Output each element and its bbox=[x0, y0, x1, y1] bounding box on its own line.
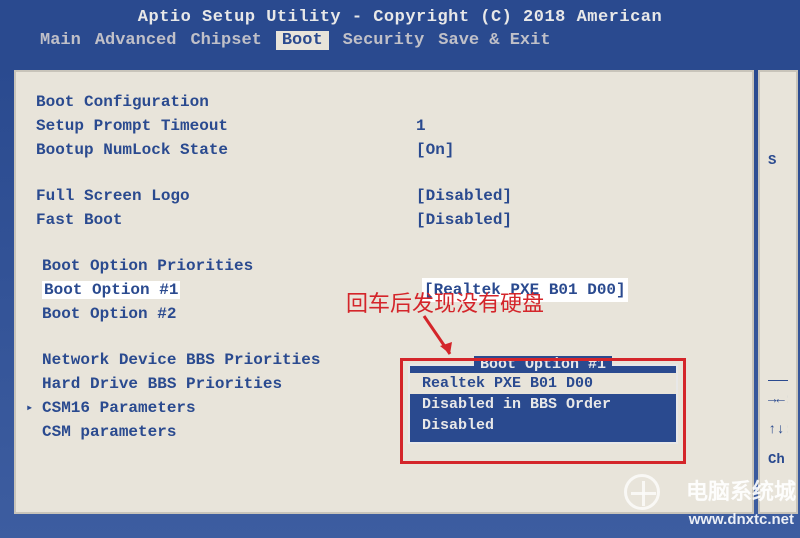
setting-fast-boot[interactable]: Fast Boot [Disabled] bbox=[36, 208, 732, 232]
setting-value: [On] bbox=[416, 138, 454, 162]
tab-security[interactable]: Security bbox=[343, 31, 425, 50]
hint-select: →←: Selec bbox=[768, 385, 788, 415]
section-header: Boot Configuration bbox=[36, 90, 732, 114]
watermark-text: 电脑系统城 bbox=[686, 474, 796, 506]
setting-label: Full Screen Logo bbox=[36, 184, 416, 208]
boot-priorities-header: Boot Option Priorities bbox=[36, 254, 732, 278]
setting-label: Fast Boot bbox=[36, 208, 416, 232]
setting-prompt-timeout[interactable]: Setup Prompt Timeout 1 bbox=[36, 114, 732, 138]
tab-main[interactable]: Main bbox=[40, 31, 81, 50]
popup-title: Boot Option #1 bbox=[410, 356, 676, 373]
hint-select2: ↑↓: Selec bbox=[768, 415, 788, 445]
bios-title: Aptio Setup Utility - Copyright (C) 2018… bbox=[0, 0, 800, 31]
setting-label: Setup Prompt Timeout bbox=[36, 114, 416, 138]
setting-label: Boot Option #1 bbox=[42, 281, 180, 299]
setting-value: [Disabled] bbox=[416, 208, 512, 232]
hint-change: Ch bbox=[768, 445, 788, 475]
setting-fullscreen-logo[interactable]: Full Screen Logo [Disabled] bbox=[36, 184, 732, 208]
watermark-logo-icon bbox=[624, 474, 660, 510]
tab-save-exit[interactable]: Save & Exit bbox=[438, 31, 550, 50]
setting-value: [Disabled] bbox=[416, 184, 512, 208]
popup-item-disabled-bbs[interactable]: Disabled in BBS Order bbox=[410, 394, 676, 415]
popup-item-realtek[interactable]: Realtek PXE B01 D00 bbox=[410, 373, 676, 394]
help-text: S bbox=[768, 146, 788, 176]
tab-advanced[interactable]: Advanced bbox=[95, 31, 177, 50]
help-pane: S →←: Selec ↑↓: Selec Ch bbox=[758, 70, 798, 514]
setting-label: Bootup NumLock State bbox=[36, 138, 416, 162]
setting-value: 1 bbox=[416, 114, 426, 138]
tab-chipset[interactable]: Chipset bbox=[190, 31, 261, 50]
tab-boot[interactable]: Boot bbox=[276, 31, 329, 50]
boot-option-popup: Boot Option #1 Realtek PXE B01 D00 Disab… bbox=[408, 364, 678, 444]
popup-item-disabled[interactable]: Disabled bbox=[410, 415, 676, 436]
annotation-text: 回车后发现没有硬盘 bbox=[346, 286, 544, 318]
watermark-url: www.dnxtc.net bbox=[689, 511, 794, 528]
bios-screen: Aptio Setup Utility - Copyright (C) 2018… bbox=[0, 0, 800, 538]
setting-numlock[interactable]: Bootup NumLock State [On] bbox=[36, 138, 732, 162]
tab-bar: Main Advanced Chipset Boot Security Save… bbox=[0, 31, 800, 50]
